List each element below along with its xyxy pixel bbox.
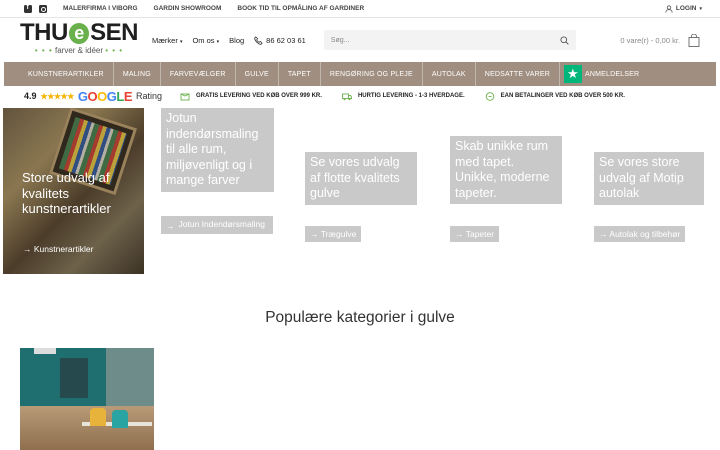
hero-link[interactable]: → Kunstnerartikler [23, 244, 93, 254]
nav-farvevaelger[interactable]: FARVEVÆLGER [161, 62, 236, 86]
facebook-icon[interactable] [24, 4, 32, 13]
usp-fast-delivery: HURTIG LEVERING - 1-3 HVERDAGE. [341, 92, 465, 101]
banner-card-gulve[interactable]: Se vores udvalg af flotte kvalitets gulv… [305, 152, 417, 205]
phone-icon [254, 35, 263, 45]
search-bar [323, 30, 576, 50]
banner-card-jotun[interactable]: Jotun indendørsmaling til alle rum, milj… [161, 108, 274, 192]
rating-label: Rating [136, 91, 163, 101]
logo-tagline: • • • farver & idéer • • • [34, 46, 124, 55]
banner-link-autolak[interactable]: → Autolak og tilbehør [594, 226, 686, 242]
arrow-right-icon: → [455, 229, 464, 239]
instagram-icon[interactable] [39, 4, 47, 13]
nav-tapet[interactable]: TAPET [279, 62, 321, 86]
cart-summary: 0 vare(r) - 0,00 kr. [620, 35, 680, 45]
login-label: LOGIN [675, 5, 697, 12]
banner-row: Store udvalg af kvalitets kunstnerartikl… [0, 106, 720, 276]
nav-om-os[interactable]: Om os ▾ [192, 36, 219, 45]
nav-autolak[interactable]: AUTOLAK [423, 62, 476, 86]
search-icon[interactable] [560, 35, 569, 45]
header-nav: Mærker ▾ Om os ▾ Blog 86 62 03 61 [152, 36, 306, 45]
nav-kunstnerartikler[interactable]: KUNSTNERARTIKLER [4, 62, 114, 86]
logo-text-left: THU [20, 19, 68, 46]
logo[interactable]: THU e SEN • • • farver & idéer • • • [20, 21, 138, 59]
banner-card-autolak[interactable]: Se vores store udvalg af Motip autolak [594, 152, 704, 205]
google-logo: Google [77, 88, 133, 104]
chevron-down-icon: ▾ [699, 5, 702, 12]
usp-free-delivery: GRATIS LEVERING VED KØB OVER 999 KR. [180, 92, 322, 101]
main-nav: KUNSTNERARTIKLER MALING FARVEVÆLGER GULV… [4, 62, 716, 86]
google-rating[interactable]: 4.9 ★★★★★ Google Rating [24, 89, 162, 104]
social-links [24, 4, 47, 13]
chevron-down-icon: ▾ [216, 38, 220, 45]
top-link-malerfirma[interactable]: MALERFIRMA I VIBORG [63, 5, 138, 12]
top-link-book-tid[interactable]: BOOK TID TIL OPMÅLING AF GARDINER [237, 5, 364, 12]
top-links: MALERFIRMA I VIBORG GARDIN SHOWROOM BOOK… [63, 5, 364, 12]
arrow-right-icon: → [310, 229, 319, 239]
login-button[interactable]: LOGIN ▾ [665, 4, 702, 13]
hero-banner-kunstnerartikler[interactable]: Store udvalg af kvalitets kunstnerartikl… [3, 108, 144, 274]
phone-number: 86 62 03 61 [266, 35, 306, 45]
hero-title: Store udvalg af kvalitets kunstnerartikl… [22, 170, 111, 216]
ean-icon [485, 91, 494, 101]
banner-link-jotun[interactable]: → Jotun Indendørsmaling [161, 216, 273, 234]
chevron-down-icon: ▾ [179, 38, 183, 45]
nav-anmeldelser[interactable]: ★ ANMELDELSER [560, 65, 639, 83]
logo-e-mark: e [68, 22, 90, 44]
nav-gulve[interactable]: GULVE [236, 62, 279, 86]
search-input[interactable] [330, 36, 560, 44]
nav-maling[interactable]: MALING [114, 62, 161, 86]
nav-blog[interactable]: Blog [229, 36, 244, 45]
nav-nedsatte-varer[interactable]: NEDSATTE VARER [476, 62, 560, 86]
delivery-box-icon [180, 93, 190, 100]
category-thumbnail-gulve[interactable] [20, 348, 154, 450]
rating-value: 4.9 [24, 91, 37, 101]
top-bar: MALERFIRMA I VIBORG GARDIN SHOWROOM BOOK… [0, 0, 720, 18]
shopping-bag-icon [688, 33, 700, 47]
arrow-right-icon: → [599, 229, 608, 239]
usp-bar: 4.9 ★★★★★ Google Rating GRATIS LEVERING … [0, 86, 720, 106]
nav-maerker[interactable]: Mærker ▾ [152, 36, 182, 45]
truck-icon [341, 93, 352, 100]
logo-text-right: SEN [90, 19, 138, 46]
user-icon [665, 4, 673, 13]
cart[interactable]: 0 vare(r) - 0,00 kr. [620, 33, 700, 47]
rating-stars: ★★★★★ [40, 91, 75, 101]
top-link-gardin-showroom[interactable]: GARDIN SHOWROOM [154, 5, 222, 12]
banner-card-tapet[interactable]: Skab unikke rum med tapet. Unikke, moder… [450, 136, 562, 204]
header: THU e SEN • • • farver & idéer • • • Mærke… [0, 18, 720, 62]
banner-link-traegulve[interactable]: → Trægulve [305, 226, 362, 242]
nav-rengoering[interactable]: RENGØRING OG PLEJE [321, 62, 423, 86]
section-title: Populære kategorier i gulve [265, 309, 455, 326]
banner-link-tapeter[interactable]: → Tapeter [450, 226, 500, 242]
nav-anmeldelser-label: ANMELDELSER [584, 70, 640, 78]
trustpilot-star-icon: ★ [563, 65, 582, 83]
phone-link[interactable]: 86 62 03 61 [254, 36, 306, 45]
arrow-right-icon: → [166, 221, 175, 231]
arrow-right-icon: → [23, 244, 32, 254]
usp-ean: EAN BETALINGER VED KØB OVER 500 KR. [485, 91, 625, 101]
